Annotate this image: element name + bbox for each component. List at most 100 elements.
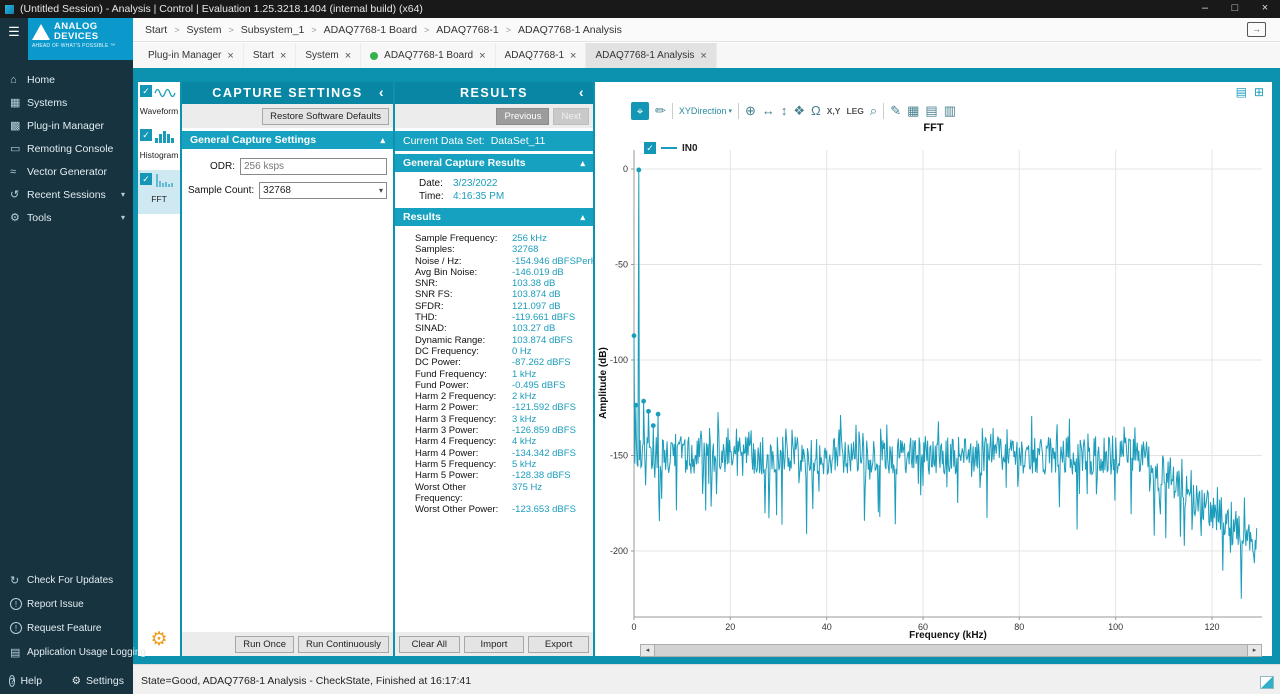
run-once-button[interactable]: Run Once [235, 636, 294, 653]
view-toggle-histogram[interactable]: ✓Histogram [138, 126, 180, 170]
legend-toggle[interactable]: LEG [846, 106, 863, 116]
tab-start[interactable]: Start× [244, 43, 297, 68]
breadcrumb-separator: > [501, 25, 516, 35]
sidebar-item-tools[interactable]: ⚙Tools▾ [0, 206, 133, 229]
zoom-x-tool[interactable]: ↔ [762, 102, 775, 120]
sidebar-item-request-feature[interactable]: !Request Feature [0, 616, 133, 640]
copy-chart-tool[interactable]: ▥ [944, 102, 956, 120]
sidebar-item-systems[interactable]: ▦Systems [0, 91, 133, 114]
next-button[interactable]: Next [553, 108, 589, 125]
fft-plot[interactable]: 0-50-100-150-200020406080100120Amplitude… [595, 138, 1272, 638]
tab-plug-in-manager[interactable]: Plug-in Manager × [139, 43, 244, 68]
run-continuously-button[interactable]: Run Continuously [298, 636, 389, 653]
breadcrumb-item-adaq7768-1-board[interactable]: ADAQ7768-1 Board [322, 24, 419, 36]
clear-all-button[interactable]: Clear All [399, 636, 460, 653]
rubber-band-zoom-tool[interactable]: Ω [811, 102, 821, 120]
hamburger-menu-icon[interactable]: ☰ [0, 18, 28, 60]
general-capture-results-section: General Capture Results [403, 157, 526, 169]
chevron-up-icon[interactable]: ▴ [580, 212, 585, 223]
close-button[interactable]: × [1250, 0, 1280, 18]
breadcrumb-item-system[interactable]: System [184, 24, 223, 36]
sidebar-item-report-issue[interactable]: !Report Issue [0, 592, 133, 616]
sample-count-dropdown[interactable]: 32768 ▾ [259, 182, 387, 199]
breadcrumb-item-adaq7768-1-analysis[interactable]: ADAQ7768-1 Analysis [516, 24, 624, 36]
view-toggle-fft[interactable]: ✓FFT [138, 170, 180, 214]
restore-software-defaults-button[interactable]: Restore Software Defaults [262, 108, 389, 125]
minimize-button[interactable]: – [1190, 0, 1220, 18]
result-row-harm-3-power: Harm 3 Power:-126.859 dBFS [415, 425, 593, 436]
breadcrumb: Start>System>Subsystem_1>ADAQ7768-1 Boar… [143, 24, 624, 36]
breadcrumb-item-subsystem-1[interactable]: Subsystem_1 [239, 24, 307, 36]
view-toggle-waveform[interactable]: ✓Waveform [138, 82, 180, 126]
brush-tool[interactable]: ✏ [655, 102, 666, 120]
help-button[interactable]: Help [20, 675, 42, 687]
sidebar-item-check-for-updates[interactable]: ↻Check For Updates [0, 568, 133, 592]
tab-label: Plug-in Manager [148, 50, 221, 61]
checkbox-checked-icon[interactable]: ✓ [140, 129, 152, 141]
capture-datetime: Date: 3/23/2022 Time: 4:16:35 PM [395, 172, 593, 205]
legend-checkbox-checked-icon[interactable]: ✓ [644, 142, 656, 154]
tab-adaq7768-1-analysis[interactable]: ADAQ7768-1 Analysis × [586, 43, 716, 68]
result-row-harm-5-power: Harm 5 Power:-128.38 dBFS [415, 470, 593, 481]
cursor-tool[interactable]: ⌖ [631, 102, 649, 120]
odr-input[interactable] [240, 158, 387, 175]
tab-adaq7768-1[interactable]: ADAQ7768-1× [496, 43, 587, 68]
sidebar-menu: ⌂Home▦Systems▩Plug-in Manager▭Remoting C… [0, 68, 133, 229]
result-row-harm-3-frequency: Harm 3 Frequency:3 kHz [415, 414, 593, 425]
date-label: Date: [419, 178, 453, 191]
grid-layout-icon[interactable]: ⊞ [1254, 85, 1264, 99]
tab-close-icon[interactable]: × [479, 50, 485, 62]
sidebar-item-vector-generator[interactable]: ≈Vector Generator [0, 160, 133, 183]
zoom-y-tool[interactable]: ↕ [781, 102, 788, 120]
tab-system[interactable]: System× [296, 43, 361, 68]
series-line-sample [661, 147, 677, 149]
toolbar-separator [672, 103, 673, 119]
chart-horizontal-scrollbar[interactable]: ◂ ▸ [640, 644, 1262, 657]
scrollbar-thumb[interactable] [654, 645, 1248, 656]
image-export-tool[interactable]: ▦ [907, 102, 919, 120]
report-issue-icon: ! [10, 598, 22, 610]
breadcrumb-item-adaq7768-1[interactable]: ADAQ7768-1 [434, 24, 500, 36]
data-table-icon[interactable]: ▤ [1236, 85, 1247, 99]
results-list: Sample Frequency:256 kHzSamples:32768Noi… [395, 226, 593, 632]
maximize-button[interactable]: □ [1220, 0, 1250, 18]
axis-values-toggle[interactable]: X,Y [827, 106, 841, 116]
scroll-left-icon[interactable]: ◂ [641, 645, 654, 656]
annotate-tool[interactable]: ✎ [890, 102, 901, 120]
tab-close-icon[interactable]: × [227, 50, 233, 62]
zoom-extents-tool[interactable]: ⊕ [745, 102, 756, 120]
sidebar-item-remoting-console[interactable]: ▭Remoting Console [0, 137, 133, 160]
analysis-view-strip: ✓Waveform✓Histogram✓FFT ⚙ [138, 82, 180, 656]
open-sessions-panel-icon[interactable]: → [1247, 22, 1266, 37]
fft-chart-panel: ▤⊞ ⌖✏XYDirection▾⊕↔↕❖ΩX,YLEG⌕✎▦▤▥ FFT ✓ … [595, 82, 1272, 656]
previous-button[interactable]: Previous [496, 108, 549, 125]
checkbox-checked-icon[interactable]: ✓ [140, 85, 152, 97]
collapse-panel-icon[interactable]: ‹ [579, 82, 585, 104]
tab-close-icon[interactable]: × [280, 50, 286, 62]
sidebar-item-home[interactable]: ⌂Home [0, 68, 133, 91]
sidebar-item-application-usage-logging[interactable]: ▤Application Usage Logging [0, 640, 133, 664]
import-button[interactable]: Import [464, 636, 525, 653]
tab-close-icon[interactable]: × [570, 50, 576, 62]
result-row-snr: SNR:103.38 dB [415, 278, 593, 289]
chevron-up-icon[interactable]: ▴ [580, 158, 585, 169]
tab-label: ADAQ7768-1 Analysis [595, 50, 694, 61]
tab-close-icon[interactable]: × [700, 50, 706, 62]
xy-direction-dropdown[interactable]: XYDirection▾ [679, 106, 732, 116]
tab-close-icon[interactable]: × [345, 50, 351, 62]
collapse-panel-icon[interactable]: ‹ [379, 82, 385, 104]
checkbox-checked-icon[interactable]: ✓ [140, 173, 152, 185]
settings-button[interactable]: Settings [86, 675, 124, 687]
chevron-up-icon[interactable]: ▴ [380, 135, 385, 146]
export-data-tool[interactable]: ▤ [925, 102, 937, 120]
sidebar-item-recent-sessions[interactable]: ↺Recent Sessions▾ [0, 183, 133, 206]
scroll-right-icon[interactable]: ▸ [1248, 645, 1261, 656]
pan-tool[interactable]: ❖ [793, 102, 805, 120]
export-button[interactable]: Export [528, 636, 589, 653]
sidebar-item-plug-in-manager[interactable]: ▩Plug-in Manager [0, 114, 133, 137]
magnifier-tool[interactable]: ⌕ [870, 102, 877, 120]
tab-adaq7768-1-board[interactable]: ADAQ7768-1 Board× [361, 43, 495, 68]
breadcrumb-item-start[interactable]: Start [143, 24, 169, 36]
resize-grip-icon[interactable] [1260, 676, 1274, 689]
current-data-set-value[interactable]: DataSet_11 [491, 135, 546, 147]
